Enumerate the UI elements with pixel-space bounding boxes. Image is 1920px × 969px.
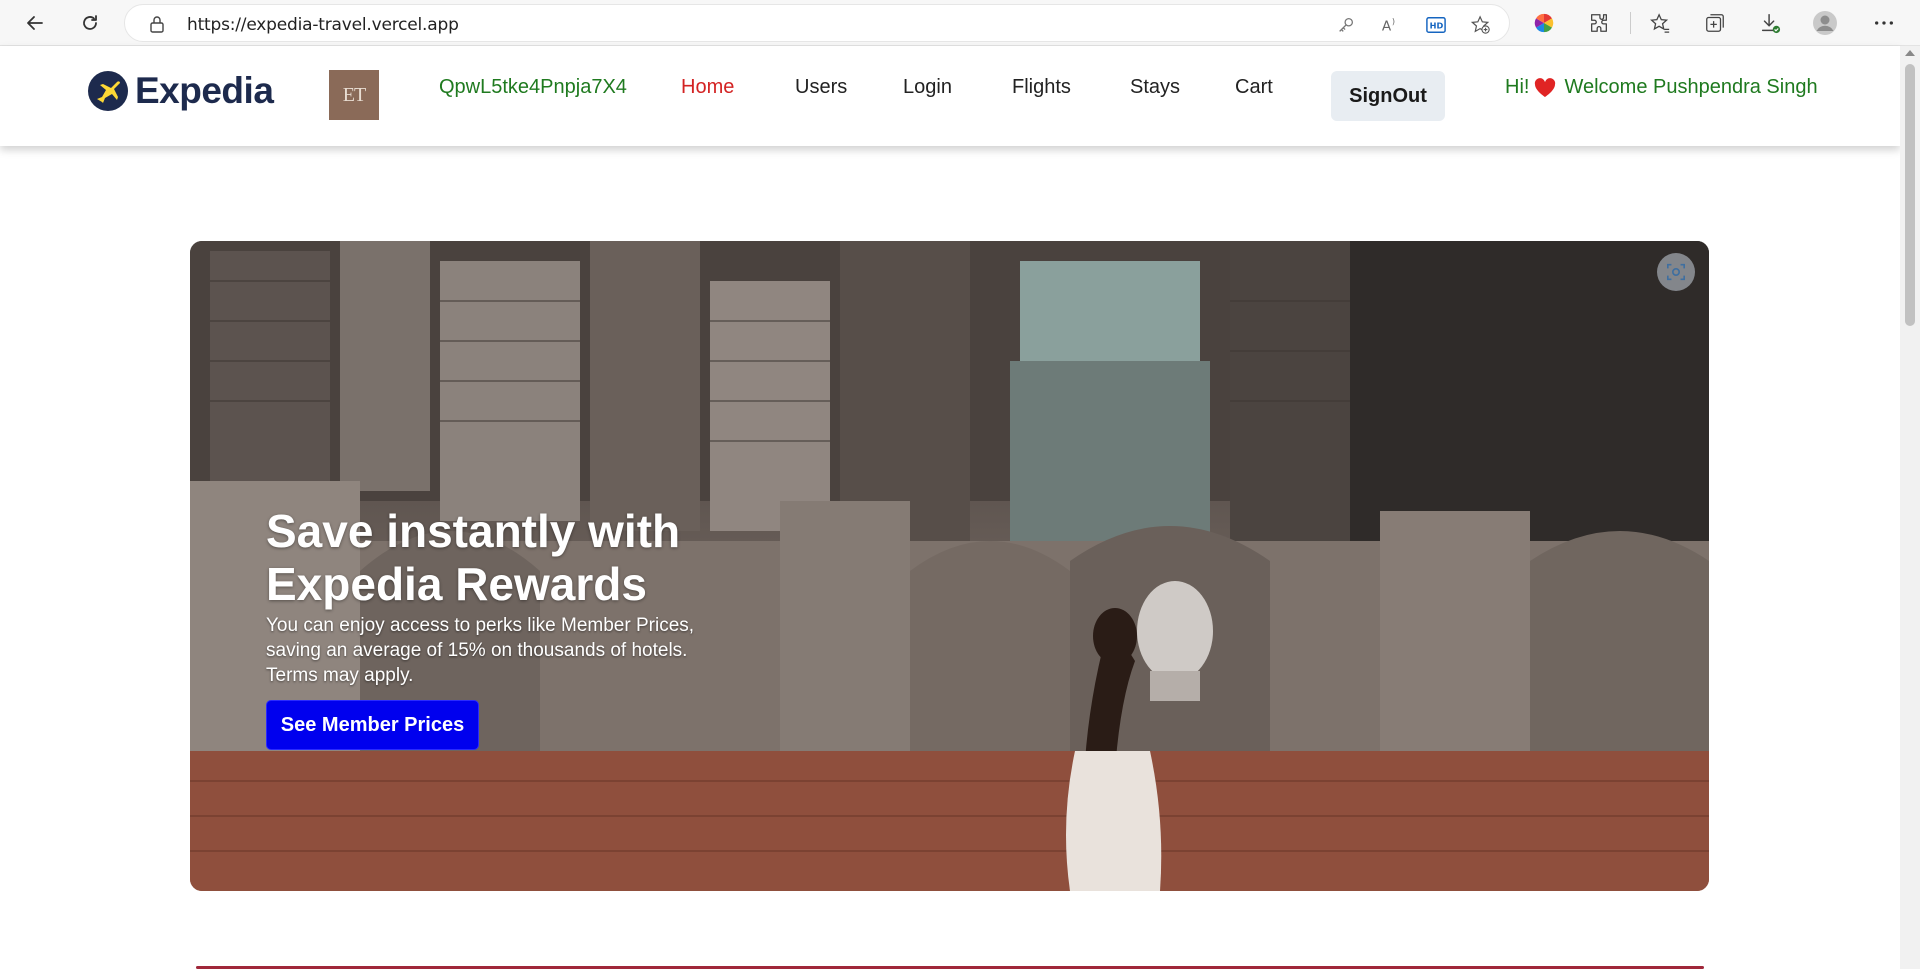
nav-cart[interactable]: Cart <box>1235 76 1273 99</box>
toolbar-divider <box>1630 12 1631 34</box>
lock-icon[interactable] <box>149 15 165 33</box>
svg-text:HD: HD <box>1430 21 1444 31</box>
site-header: Expedia ET QpwL5tke4Pnpja7X4 Home Users … <box>0 46 1900 146</box>
back-icon[interactable] <box>21 9 49 37</box>
hero-description: You can enjoy access to perks like Membe… <box>266 615 695 686</box>
welcome-message: Hi! Welcome Pushpendra Singh <box>1505 76 1818 99</box>
profile-icon[interactable] <box>1813 11 1837 35</box>
expedia-logo[interactable]: Expedia <box>88 70 274 112</box>
see-member-prices-button[interactable]: See Member Prices <box>266 700 479 750</box>
svg-text:): ) <box>1392 16 1395 26</box>
svg-text:A: A <box>1382 18 1392 34</box>
page-scrollbar[interactable] <box>1900 46 1920 969</box>
hd-icon[interactable]: HD <box>1425 14 1447 36</box>
scroll-thumb[interactable] <box>1905 64 1915 326</box>
avatar[interactable]: ET <box>329 70 379 120</box>
color-wheel-icon[interactable] <box>1532 11 1556 35</box>
welcome-text: Welcome Pushpendra Singh <box>1564 76 1818 98</box>
key-icon[interactable] <box>1335 14 1357 36</box>
visual-search-icon[interactable] <box>1657 253 1695 291</box>
extensions-icon[interactable] <box>1587 11 1611 35</box>
favorites-icon[interactable] <box>1648 11 1672 35</box>
nav-token-link[interactable]: QpwL5tke4Pnpja7X4 <box>439 76 627 99</box>
welcome-prefix: Hi! <box>1505 76 1530 98</box>
nav-users[interactable]: Users <box>795 76 847 99</box>
browser-toolbar: https://expedia-travel.vercel.app A) HD <box>0 0 1920 46</box>
scroll-up-arrow-icon[interactable] <box>1905 50 1915 56</box>
nav-home[interactable]: Home <box>681 76 734 99</box>
url-text[interactable]: https://expedia-travel.vercel.app <box>187 15 459 35</box>
plane-logo-icon <box>88 71 128 111</box>
signout-button[interactable]: SignOut <box>1331 71 1445 121</box>
more-menu-icon[interactable] <box>1872 11 1896 35</box>
refresh-icon[interactable] <box>76 9 104 37</box>
nav-stays[interactable]: Stays <box>1130 76 1180 99</box>
hero-banner: Save instantly with Expedia Rewards You … <box>190 241 1709 891</box>
favorite-add-icon[interactable] <box>1470 14 1492 36</box>
nav-flights[interactable]: Flights <box>1012 76 1071 99</box>
downloads-icon[interactable] <box>1758 11 1782 35</box>
hero-content: Save instantly with Expedia Rewards You … <box>266 505 736 750</box>
address-bar[interactable]: https://expedia-travel.vercel.app A) HD <box>124 4 1510 42</box>
collections-icon[interactable] <box>1703 11 1727 35</box>
logo-text: Expedia <box>135 70 274 111</box>
read-aloud-icon[interactable]: A) <box>1380 14 1402 36</box>
nav-login[interactable]: Login <box>903 76 952 99</box>
heart-icon <box>1535 77 1556 97</box>
hero-title: Save instantly with Expedia Rewards <box>266 505 681 610</box>
